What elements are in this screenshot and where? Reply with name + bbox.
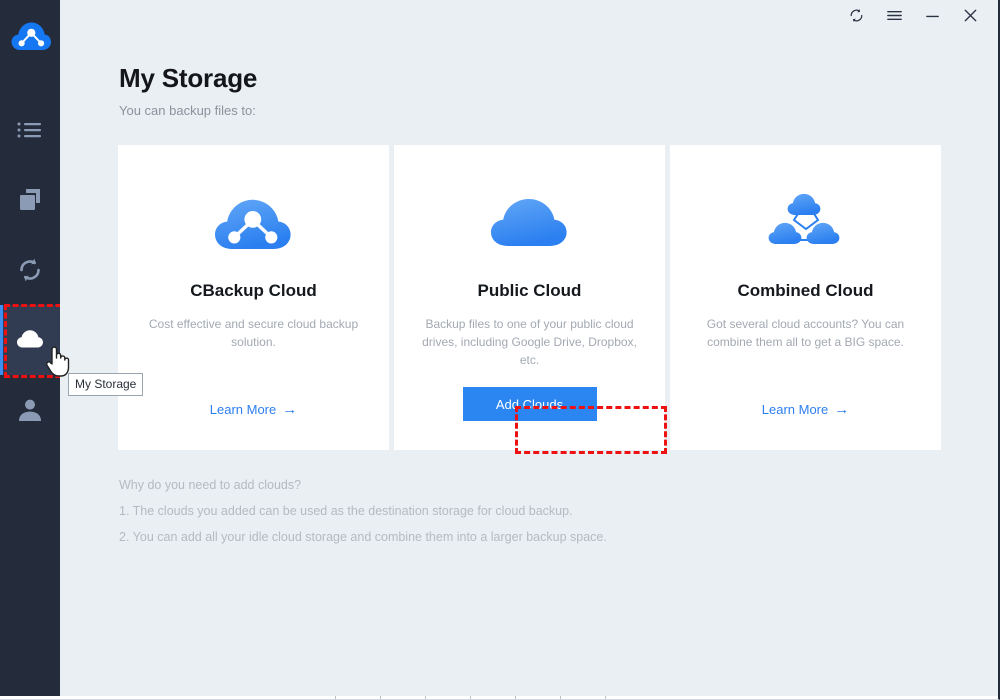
combined-cloud-icon (763, 187, 849, 259)
window-title-bar (60, 0, 998, 30)
taskbar-strip (0, 696, 998, 699)
sidebar-item-tasks[interactable] (0, 95, 60, 165)
help-notes: Why do you need to add clouds? 1. The cl… (119, 478, 607, 544)
page-subtitle: You can backup files to: (119, 103, 256, 118)
note-item-1: 1. The clouds you added can be used as t… (119, 504, 573, 518)
add-clouds-button[interactable]: Add Clouds (462, 387, 597, 421)
note-heading: Why do you need to add clouds? (119, 478, 302, 492)
cloud-icon (15, 325, 45, 355)
card-description: Got several cloud accounts? You can comb… (706, 317, 905, 349)
card-title: CBackup Cloud (190, 281, 317, 300)
card-description: Backup files to one of your public cloud… (422, 317, 637, 367)
main-content: My Storage You can backup files to: CBac… (60, 30, 998, 699)
card-action: Add Clouds (394, 387, 665, 450)
refresh-icon[interactable] (838, 1, 874, 29)
cbackup-app-window: My Storage You can backup files to: CBac… (0, 0, 1000, 700)
sidebar (0, 0, 70, 699)
card-title: Combined Cloud (737, 281, 874, 300)
learn-more-label: Learn More (761, 402, 829, 417)
note-item-2: 2. You can add all your idle cloud stora… (119, 530, 607, 544)
card-title: Public Cloud (477, 281, 582, 300)
learn-more-link-cbackup-cloud[interactable]: Learn More → (210, 402, 297, 417)
close-icon[interactable] (952, 1, 988, 29)
arrow-right-icon: → (282, 401, 298, 418)
hamburger-menu-icon[interactable] (876, 1, 912, 29)
card-cbackup-cloud[interactable]: CBackup Cloud Cost effective and secure … (118, 145, 389, 450)
sidebar-item-my-storage[interactable] (0, 305, 60, 375)
sidebar-item-sync[interactable] (0, 235, 60, 305)
card-action: Learn More → (118, 402, 389, 450)
arrow-right-icon: → (834, 401, 850, 418)
sidebar-item-backup[interactable] (0, 165, 60, 235)
card-description: Cost effective and secure cloud backup s… (148, 317, 359, 349)
person-icon (15, 395, 45, 425)
learn-more-link-combined-cloud[interactable]: Learn More → (762, 402, 849, 417)
page-title: My Storage (119, 63, 258, 93)
copy-icon (15, 185, 45, 215)
minimize-icon[interactable] (914, 1, 950, 29)
storage-cards-row: CBackup Cloud Cost effective and secure … (118, 145, 941, 450)
card-public-cloud[interactable]: Public Cloud Backup files to one of your… (394, 145, 665, 450)
my-storage-tooltip: My Storage (68, 373, 144, 396)
list-icon (15, 115, 45, 145)
network-cloud-icon (211, 187, 297, 259)
learn-more-label: Learn More (209, 402, 277, 417)
cloud-icon (487, 187, 573, 259)
card-action: Learn More → (670, 402, 941, 450)
cbackup-logo-icon (10, 18, 52, 60)
sync-icon (15, 255, 45, 285)
sidebar-item-account[interactable] (0, 375, 60, 445)
card-combined-cloud[interactable]: Combined Cloud Got several cloud account… (670, 145, 941, 450)
